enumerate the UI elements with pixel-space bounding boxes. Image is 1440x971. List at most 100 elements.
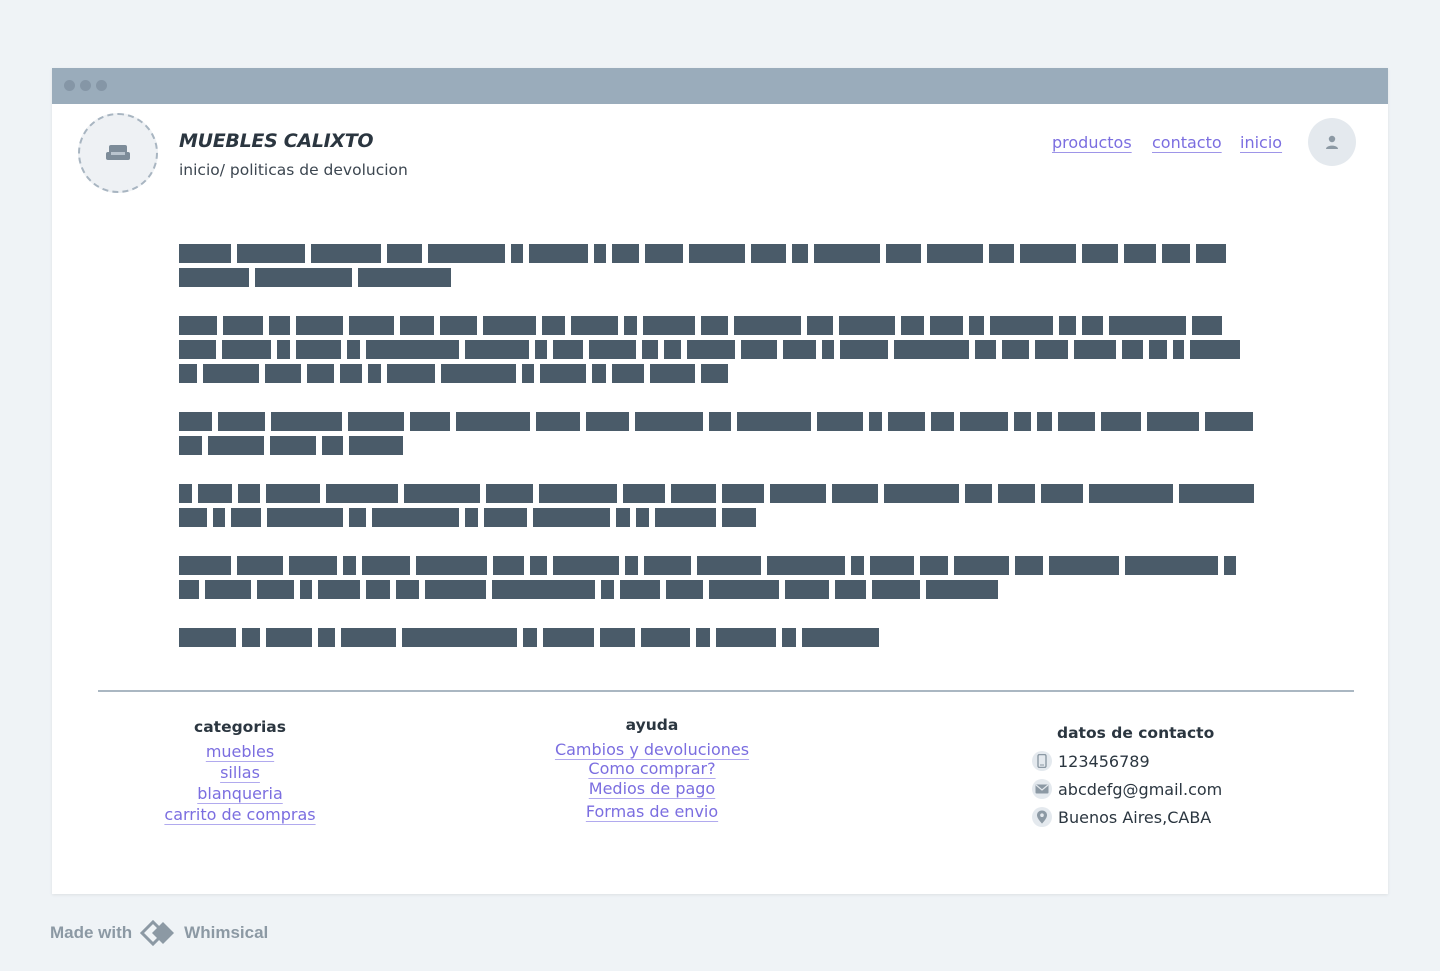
redacted-word-block bbox=[416, 556, 487, 575]
redacted-word-block bbox=[960, 412, 1008, 431]
redacted-word-block bbox=[1074, 340, 1116, 359]
redacted-word-block bbox=[553, 556, 619, 575]
redacted-word-block bbox=[179, 412, 212, 431]
redacted-word-block bbox=[289, 556, 337, 575]
redacted-word-block bbox=[400, 316, 434, 335]
redacted-word-block bbox=[1101, 412, 1141, 431]
redacted-word-block bbox=[318, 628, 335, 647]
window-dot-icon bbox=[96, 80, 107, 91]
redacted-word-block bbox=[237, 244, 305, 263]
redacted-word-block bbox=[636, 508, 649, 527]
redacted-word-block bbox=[322, 436, 343, 455]
redacted-word-block bbox=[1059, 316, 1076, 335]
contact-email: abcdefg@gmail.com bbox=[1032, 779, 1222, 799]
redacted-word-block bbox=[1173, 340, 1184, 359]
redacted-word-block bbox=[1089, 484, 1173, 503]
redacted-word-block bbox=[387, 364, 435, 383]
contact-phone-value: 123456789 bbox=[1058, 751, 1150, 771]
redacted-word-block bbox=[265, 364, 301, 383]
redacted-word-block bbox=[267, 508, 343, 527]
redacted-word-block bbox=[792, 244, 808, 263]
redacted-word-block bbox=[540, 364, 586, 383]
redacted-word-block bbox=[349, 436, 403, 455]
redacted-word-block bbox=[737, 412, 811, 431]
breadcrumb: inicio/ politicas de devolucion bbox=[179, 161, 408, 179]
nav-link-inicio[interactable]: inicio bbox=[1240, 133, 1282, 152]
redacted-word-block bbox=[664, 340, 681, 359]
redacted-word-block bbox=[1179, 484, 1254, 503]
redacted-word-block bbox=[767, 556, 845, 575]
redacted-word-block bbox=[530, 556, 547, 575]
footer-link-cambios[interactable]: Cambios y devoluciones bbox=[555, 740, 749, 759]
redacted-word-block bbox=[612, 364, 644, 383]
redacted-word-block bbox=[716, 628, 776, 647]
redacted-word-block bbox=[1049, 556, 1119, 575]
footer-link-formas-envio[interactable]: Formas de envio bbox=[586, 802, 718, 821]
footer-title: datos de contacto bbox=[1057, 724, 1215, 742]
whimsical-logo-icon bbox=[140, 920, 175, 946]
redacted-word-block bbox=[179, 628, 236, 647]
redacted-word-block bbox=[456, 412, 530, 431]
nav-link-productos[interactable]: productos bbox=[1052, 133, 1132, 152]
redacted-word-block bbox=[802, 628, 879, 647]
made-with-label: Made with bbox=[50, 923, 133, 942]
redacted-word-block bbox=[872, 580, 920, 599]
redacted-word-block bbox=[884, 484, 959, 503]
redacted-word-block bbox=[465, 508, 478, 527]
redacted-word-block bbox=[666, 580, 703, 599]
redacted-word-block bbox=[358, 268, 451, 287]
footer-link-blanqueria[interactable]: blanqueria bbox=[197, 784, 283, 803]
redacted-word-block bbox=[616, 508, 630, 527]
nav-link-contacto[interactable]: contacto bbox=[1152, 133, 1222, 152]
brand-name: MUEBLES CALIXTO bbox=[179, 130, 374, 152]
footer-link-sillas[interactable]: sillas bbox=[220, 763, 260, 782]
redacted-word-block bbox=[839, 316, 895, 335]
redacted-word-block bbox=[366, 340, 459, 359]
redacted-word-block bbox=[623, 484, 665, 503]
redacted-word-block bbox=[990, 316, 1053, 335]
redacted-word-block bbox=[1109, 316, 1186, 335]
redacted-word-block bbox=[722, 508, 756, 527]
contact-address-value: Buenos Aires,CABA bbox=[1058, 807, 1212, 827]
redacted-word-block bbox=[1205, 412, 1253, 431]
redacted-word-block bbox=[493, 556, 524, 575]
redacted-word-block bbox=[600, 628, 635, 647]
redacted-word-block bbox=[782, 628, 796, 647]
redacted-word-block bbox=[1082, 244, 1118, 263]
redacted-word-block bbox=[620, 580, 660, 599]
footer-link-carrito[interactable]: carrito de compras bbox=[164, 805, 315, 824]
redacted-word-block bbox=[571, 316, 618, 335]
redacted-word-block bbox=[1002, 340, 1029, 359]
redacted-word-block bbox=[701, 316, 728, 335]
redacted-word-block bbox=[1014, 412, 1031, 431]
redacted-word-block bbox=[655, 508, 716, 527]
redacted-word-block bbox=[396, 580, 419, 599]
redacted-word-block bbox=[998, 484, 1035, 503]
redacted-word-block bbox=[484, 508, 527, 527]
redacted-word-block bbox=[1122, 340, 1143, 359]
redacted-word-block bbox=[296, 340, 341, 359]
redacted-word-block bbox=[696, 628, 710, 647]
redacted-word-block bbox=[770, 484, 826, 503]
redacted-word-block bbox=[492, 580, 595, 599]
redacted-word-block bbox=[888, 412, 925, 431]
redacted-word-block bbox=[832, 484, 878, 503]
redacted-word-block bbox=[511, 244, 523, 263]
redacted-word-block bbox=[522, 364, 534, 383]
redacted-word-block bbox=[257, 580, 294, 599]
redacted-word-block bbox=[671, 484, 716, 503]
redacted-word-block bbox=[1041, 484, 1083, 503]
redacted-word-block bbox=[368, 364, 381, 383]
footer-link-muebles[interactable]: muebles bbox=[206, 742, 274, 761]
made-with-whimsical[interactable]: Made with Whimsical bbox=[50, 920, 268, 946]
avatar[interactable] bbox=[1308, 118, 1356, 166]
logo[interactable] bbox=[78, 113, 158, 193]
redacted-word-block bbox=[965, 484, 992, 503]
redacted-word-block bbox=[179, 436, 202, 455]
footer-link-medios-pago[interactable]: Medios de pago bbox=[589, 779, 715, 798]
redacted-word-block bbox=[311, 244, 381, 263]
footer-divider bbox=[98, 690, 1354, 692]
redacted-word-block bbox=[387, 244, 422, 263]
footer-link-como-comprar[interactable]: Como comprar? bbox=[588, 759, 715, 778]
redacted-word-block bbox=[612, 244, 639, 263]
